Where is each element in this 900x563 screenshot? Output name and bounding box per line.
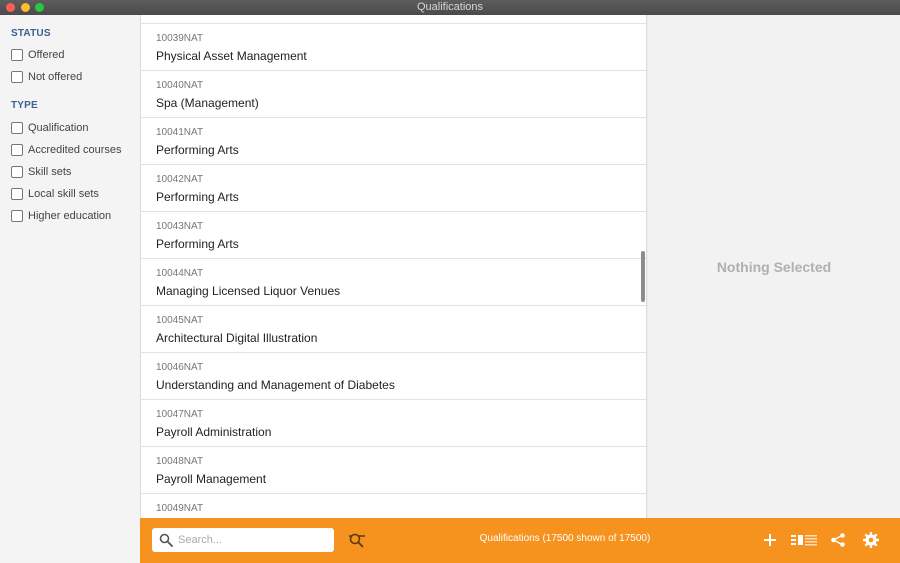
list-item[interactable]: 10046NAT Understanding and Management of… <box>141 353 646 400</box>
filter-label: Higher education <box>28 210 112 222</box>
list-item[interactable]: 10041NAT Performing Arts <box>141 118 646 165</box>
list-item[interactable]: 10042NAT Performing Arts <box>141 165 646 212</box>
add-icon[interactable] <box>761 531 779 549</box>
item-name: Performing Arts <box>156 237 239 251</box>
sidebar-footer <box>0 518 140 563</box>
filter-label: Offered <box>28 49 65 61</box>
item-name: Payroll Administration <box>156 425 272 439</box>
filter-local-skill-sets[interactable]: Local skill sets <box>11 187 99 201</box>
skill-sets-checkbox[interactable] <box>11 166 23 178</box>
item-name: Managing Licensed Liquor Venues <box>156 284 341 298</box>
item-name: Performing Arts <box>156 143 239 157</box>
item-name: Performing Arts <box>156 190 239 204</box>
list-item[interactable]: 10049NAT <box>141 494 646 518</box>
gear-icon[interactable] <box>862 531 880 549</box>
filter-label: Qualification <box>28 122 89 134</box>
list-item-partial[interactable] <box>141 15 646 24</box>
item-code: 10048NAT <box>156 456 204 467</box>
item-name: Architectural Digital Illustration <box>156 331 318 345</box>
filter-not-offered[interactable]: Not offered <box>11 70 82 84</box>
item-code: 10041NAT <box>156 127 204 138</box>
item-name: Understanding and Management of Diabetes <box>156 378 395 392</box>
item-code: 10039NAT <box>156 33 204 44</box>
search-box[interactable] <box>152 528 334 552</box>
bottom-toolbar: Qualifications (17500 shown of 17500) <box>140 518 900 563</box>
item-code: 10043NAT <box>156 221 204 232</box>
detail-pane: Nothing Selected <box>648 15 900 518</box>
item-code: 10040NAT <box>156 80 204 91</box>
search-input[interactable] <box>178 531 328 549</box>
item-code: 10049NAT <box>156 503 204 514</box>
filter-label: Skill sets <box>28 166 72 178</box>
list-item[interactable]: 10040NAT Spa (Management) <box>141 71 646 118</box>
filter-icon[interactable] <box>348 532 366 548</box>
item-code: 10044NAT <box>156 268 204 279</box>
higher-education-checkbox[interactable] <box>11 210 23 222</box>
filter-label: Not offered <box>28 71 83 83</box>
list-item[interactable]: 10045NAT Architectural Digital Illustrat… <box>141 306 646 353</box>
list-item[interactable]: 10048NAT Payroll Management <box>141 447 646 494</box>
list-item[interactable]: 10043NAT Performing Arts <box>141 212 646 259</box>
window-titlebar: Qualifications <box>0 0 900 15</box>
list-scrollbar[interactable] <box>641 251 645 302</box>
empty-state-text: Nothing Selected <box>716 259 832 275</box>
layout-icon[interactable] <box>790 531 818 549</box>
filter-offered[interactable]: Offered <box>11 48 65 62</box>
filter-qualification[interactable]: Qualification <box>11 121 89 135</box>
local-skill-sets-checkbox[interactable] <box>11 188 23 200</box>
list-item[interactable]: 10044NAT Managing Licensed Liquor Venues <box>141 259 646 306</box>
share-icon[interactable] <box>829 531 847 549</box>
qualification-checkbox[interactable] <box>11 122 23 134</box>
qualification-list[interactable]: 10039NAT Physical Asset Management 10040… <box>140 15 647 518</box>
filter-skill-sets[interactable]: Skill sets <box>11 165 71 179</box>
item-name: Spa (Management) <box>156 96 259 110</box>
filter-higher-education[interactable]: Higher education <box>11 209 111 223</box>
item-code: 10042NAT <box>156 174 204 185</box>
list-item[interactable]: 10047NAT Payroll Administration <box>141 400 646 447</box>
status-section-title: STATUS <box>11 28 51 39</box>
offered-checkbox[interactable] <box>11 49 23 61</box>
accredited-courses-checkbox[interactable] <box>11 144 23 156</box>
filter-label: Accredited courses <box>28 144 122 156</box>
search-icon <box>159 533 173 547</box>
item-code: 10046NAT <box>156 362 204 373</box>
filter-accredited-courses[interactable]: Accredited courses <box>11 143 122 157</box>
list-item[interactable]: 10039NAT Physical Asset Management <box>141 24 646 71</box>
type-section-title: TYPE <box>11 100 38 111</box>
item-code: 10045NAT <box>156 315 204 326</box>
item-name: Payroll Management <box>156 472 267 486</box>
item-name: Physical Asset Management <box>156 49 307 63</box>
filter-label: Local skill sets <box>28 188 99 200</box>
window-title: Qualifications <box>416 1 484 13</box>
result-count: Qualifications (17500 shown of 17500) <box>479 533 651 544</box>
filter-sidebar: STATUS Offered Not offered TYPE Qualific… <box>0 15 140 563</box>
item-code: 10047NAT <box>156 409 204 420</box>
not-offered-checkbox[interactable] <box>11 71 23 83</box>
